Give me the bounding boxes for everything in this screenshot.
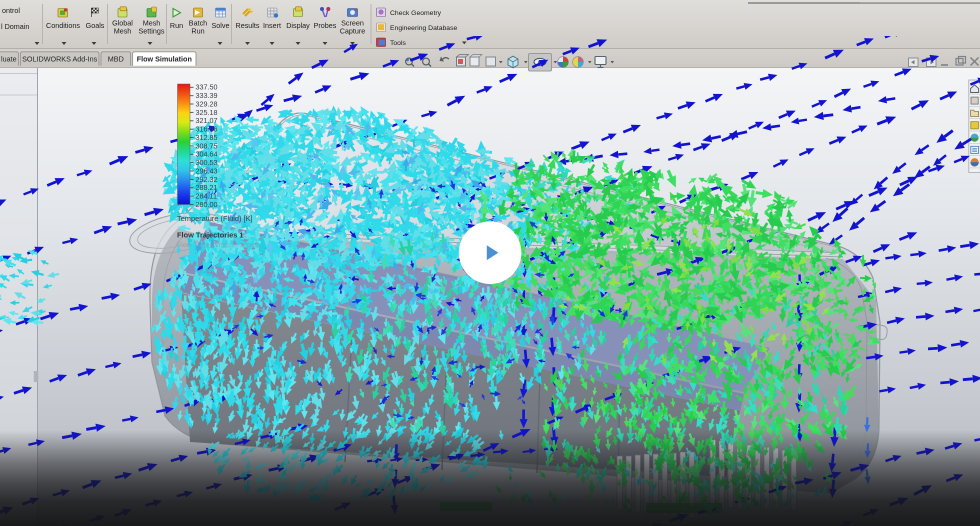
svg-text:l Domain: l Domain <box>1 22 29 31</box>
svg-text:Capture: Capture <box>340 27 366 36</box>
svg-text:Solve: Solve <box>212 21 230 30</box>
svg-text:Temperature (Fluid) [K]: Temperature (Fluid) [K] <box>177 214 253 223</box>
svg-text:Insert: Insert <box>263 21 281 30</box>
svg-text:Engineering Database: Engineering Database <box>390 25 457 32</box>
svg-text:280.00: 280.00 <box>196 200 218 209</box>
svg-text:Tools: Tools <box>390 40 406 47</box>
svg-text:Run: Run <box>191 27 204 36</box>
svg-text:Mesh: Mesh <box>114 27 132 36</box>
svg-text:Flow Simulation: Flow Simulation <box>137 55 192 64</box>
svg-text:Flow Trajectories Cropped: Flow Trajectories Cropped <box>177 242 259 249</box>
svg-text:Probes: Probes <box>314 21 337 30</box>
svg-text:Results: Results <box>236 21 260 30</box>
svg-text:Display: Display <box>286 21 310 30</box>
svg-text:Check Geometry: Check Geometry <box>390 10 442 17</box>
svg-text:MBD: MBD <box>108 55 124 64</box>
svg-text:Run: Run <box>170 21 183 30</box>
svg-text:ontrol: ontrol <box>2 6 20 15</box>
svg-text:luate: luate <box>1 55 17 64</box>
svg-text:Settings: Settings <box>139 27 165 36</box>
svg-text:Conditions: Conditions <box>46 21 80 30</box>
svg-text:Flow Trajectories 1: Flow Trajectories 1 <box>177 231 244 240</box>
svg-text:Goals: Goals <box>86 21 105 30</box>
svg-text:SOLIDWORKS Add-Ins: SOLIDWORKS Add-Ins <box>22 55 97 64</box>
